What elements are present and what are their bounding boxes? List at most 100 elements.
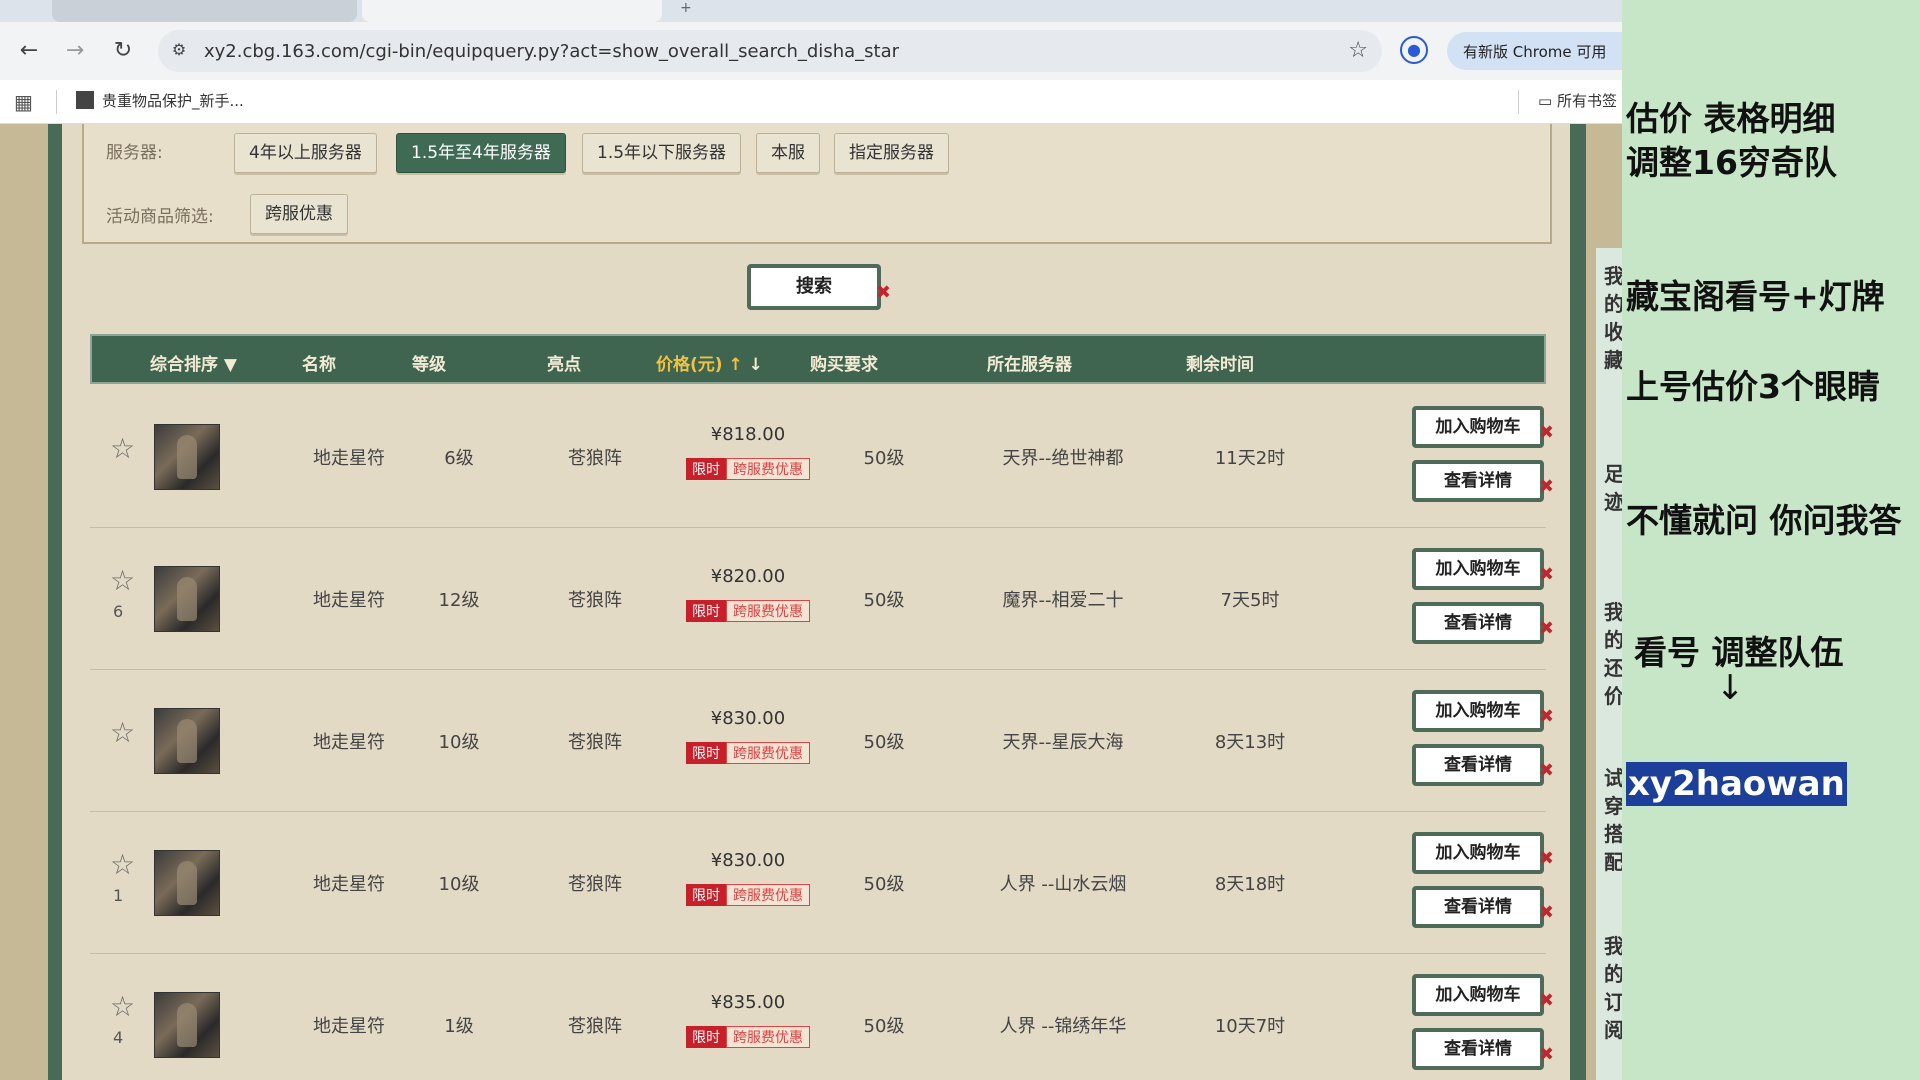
sort-asc-icon[interactable]: ↑ — [728, 355, 742, 375]
main-content: 服务器: 4年以上服务器 1.5年至4年服务器 1.5年以下服务器 本服 指定服… — [62, 124, 1570, 1080]
browser-tab-2-active[interactable] — [362, 0, 662, 22]
item-thumbnail[interactable] — [154, 424, 220, 490]
favorite-star-icon[interactable]: ☆ — [110, 990, 135, 1023]
item-name[interactable]: 地走星符 — [313, 870, 385, 896]
decor-x-icon: ✖ — [1538, 760, 1554, 781]
forward-icon[interactable]: → — [60, 36, 90, 66]
cross-server-tag: 跨服费优惠 — [726, 1026, 810, 1048]
add-to-cart-label: 加入购物车 — [1435, 701, 1521, 721]
promo-tags: 限时 跨服费优惠 — [686, 600, 810, 622]
url-text[interactable]: xy2.cbg.163.com/cgi-bin/equipquery.py?ac… — [204, 41, 899, 62]
search-button[interactable]: 搜索 ✖ — [747, 264, 891, 310]
profile-icon[interactable]: ● — [1400, 36, 1428, 64]
promo-filter-label: 活动商品筛选: — [106, 207, 214, 227]
decor-x-icon: ✖ — [1538, 422, 1554, 443]
update-chrome-button[interactable]: 有新版 Chrome 可用 — [1447, 32, 1647, 70]
note-line-1: 估价 表格明细 — [1626, 99, 1836, 138]
bookmarks-bar: ▦ 贵重物品保护_新手... ▭ 所有书签 — [0, 80, 1622, 124]
add-to-cart-button[interactable]: 加入购物车 ✖ — [1412, 548, 1554, 590]
all-bookmarks-folder[interactable]: ▭ 所有书签 — [1538, 90, 1617, 111]
server-option-under-1-5y[interactable]: 1.5年以下服务器 — [582, 133, 742, 173]
browser-tab-1[interactable] — [52, 0, 357, 22]
frame-left-border — [48, 124, 62, 1080]
view-details-button[interactable]: 查看详情 ✖ — [1412, 602, 1554, 644]
item-name[interactable]: 地走星符 — [313, 444, 385, 470]
side-menu-favorites[interactable]: 我的收藏 — [1604, 262, 1624, 374]
table-row: ☆ 地走星符 6级 苍狼阵 ¥818.00 限时 跨服费优惠 50级 天界--绝… — [90, 386, 1554, 528]
apps-grid-icon[interactable]: ▦ — [14, 90, 33, 114]
limited-tag: 限时 — [686, 1026, 726, 1048]
item-buy-requirement: 50级 — [863, 590, 905, 611]
sort-desc-icon[interactable]: ↓ — [749, 355, 763, 375]
favorite-star-icon[interactable]: ☆ — [110, 564, 135, 597]
decor-x-icon: ✖ — [1538, 1044, 1554, 1065]
item-thumbnail[interactable] — [154, 850, 220, 916]
item-thumbnail[interactable] — [154, 708, 220, 774]
favorite-star-icon[interactable]: ☆ — [110, 432, 135, 465]
item-name[interactable]: 地走星符 — [313, 586, 385, 612]
item-remaining-time: 8天18时 — [1214, 874, 1286, 895]
back-icon[interactable]: ← — [14, 36, 44, 66]
item-name[interactable]: 地走星符 — [313, 1012, 385, 1038]
side-menu-my-bargain[interactable]: 我的还价 — [1604, 598, 1624, 710]
side-menu-subscriptions[interactable]: 我的订阅 — [1604, 932, 1624, 1044]
server-filter-label: 服务器: — [106, 143, 163, 163]
add-to-cart-label: 加入购物车 — [1435, 559, 1521, 579]
view-details-label: 查看详情 — [1444, 1039, 1512, 1059]
search-label: 搜索 — [796, 276, 832, 297]
item-highlight: 苍狼阵 — [568, 590, 622, 611]
view-details-label: 查看详情 — [1444, 755, 1512, 775]
add-to-cart-button[interactable]: 加入购物车 ✖ — [1412, 406, 1554, 448]
item-price: ¥818.00 — [710, 424, 786, 445]
header-server: 所在服务器 — [987, 355, 1072, 375]
header-price[interactable]: 价格(元) ↑ ↓ — [656, 350, 763, 375]
item-remaining-time: 8天13时 — [1214, 732, 1286, 753]
view-details-button[interactable]: 查看详情 ✖ — [1412, 886, 1554, 928]
add-to-cart-button[interactable]: 加入购物车 ✖ — [1412, 832, 1554, 874]
favorite-star-icon[interactable]: ☆ — [110, 848, 135, 881]
view-details-button[interactable]: 查看详情 ✖ — [1412, 1028, 1554, 1070]
item-thumbnail[interactable] — [154, 566, 220, 632]
rank-number: 1 — [113, 886, 124, 905]
side-menu-try-on[interactable]: 试穿搭配 — [1604, 764, 1624, 876]
add-to-cart-button[interactable]: 加入购物车 ✖ — [1412, 690, 1554, 732]
site-info-icon[interactable]: ⚙ — [168, 40, 190, 62]
bookmark-star-icon[interactable]: ☆ — [1348, 38, 1368, 63]
reload-icon[interactable]: ↻ — [108, 36, 138, 66]
item-name[interactable]: 地走星符 — [313, 728, 385, 754]
decor-x-icon: ✖ — [1538, 564, 1554, 585]
table-row: ☆ 4 地走星符 1级 苍狼阵 ¥835.00 限时 跨服费优惠 50级 人界 … — [90, 954, 1554, 1080]
add-to-cart-button[interactable]: 加入购物车 ✖ — [1412, 974, 1554, 1016]
server-option-1-5-to-4y[interactable]: 1.5年至4年服务器 — [396, 133, 566, 173]
tab-bar: + — [0, 0, 1622, 22]
new-tab-icon[interactable]: + — [680, 0, 692, 16]
table-header: 综合排序 ▼ 名称 等级 亮点 价格(元) ↑ ↓ 购买要求 所在服务器 剩余时… — [90, 334, 1546, 384]
server-option-specified[interactable]: 指定服务器 — [834, 133, 949, 173]
item-highlight: 苍狼阵 — [568, 1016, 622, 1037]
server-option-4y-plus[interactable]: 4年以上服务器 — [234, 133, 377, 173]
rank-number: 6 — [113, 602, 124, 621]
decor-x-icon: ✖ — [875, 282, 891, 303]
decor-x-icon: ✖ — [1538, 848, 1554, 869]
item-thumbnail[interactable] — [154, 992, 220, 1058]
bookmark-item[interactable]: 贵重物品保护_新手... — [76, 90, 244, 111]
note-line-5: 不懂就问 你问我答 — [1626, 501, 1902, 540]
item-highlight: 苍狼阵 — [568, 448, 622, 469]
server-option-this-server[interactable]: 本服 — [756, 133, 820, 173]
side-menu-footprints[interactable]: 足迹 — [1604, 460, 1624, 516]
favorite-star-icon[interactable]: ☆ — [110, 716, 135, 749]
limited-tag: 限时 — [686, 600, 726, 622]
item-highlight: 苍狼阵 — [568, 874, 622, 895]
item-remaining-time: 11天2时 — [1214, 448, 1286, 469]
view-details-button[interactable]: 查看详情 ✖ — [1412, 460, 1554, 502]
header-sort-overall[interactable]: 综合排序 ▼ — [150, 350, 237, 375]
header-level: 等级 — [412, 355, 446, 375]
rank-number: 4 — [113, 1028, 124, 1047]
handle-text: xy2haowan — [1626, 762, 1847, 806]
promo-option-cross-server[interactable]: 跨服优惠 — [250, 194, 348, 234]
header-buy-requirement: 购买要求 — [810, 355, 878, 375]
address-bar[interactable]: ⚙ xy2.cbg.163.com/cgi-bin/equipquery.py?… — [158, 30, 1382, 72]
view-details-button[interactable]: 查看详情 ✖ — [1412, 744, 1554, 786]
view-details-label: 查看详情 — [1444, 471, 1512, 491]
note-line-3: 藏宝阁看号+灯牌 — [1626, 277, 1885, 316]
